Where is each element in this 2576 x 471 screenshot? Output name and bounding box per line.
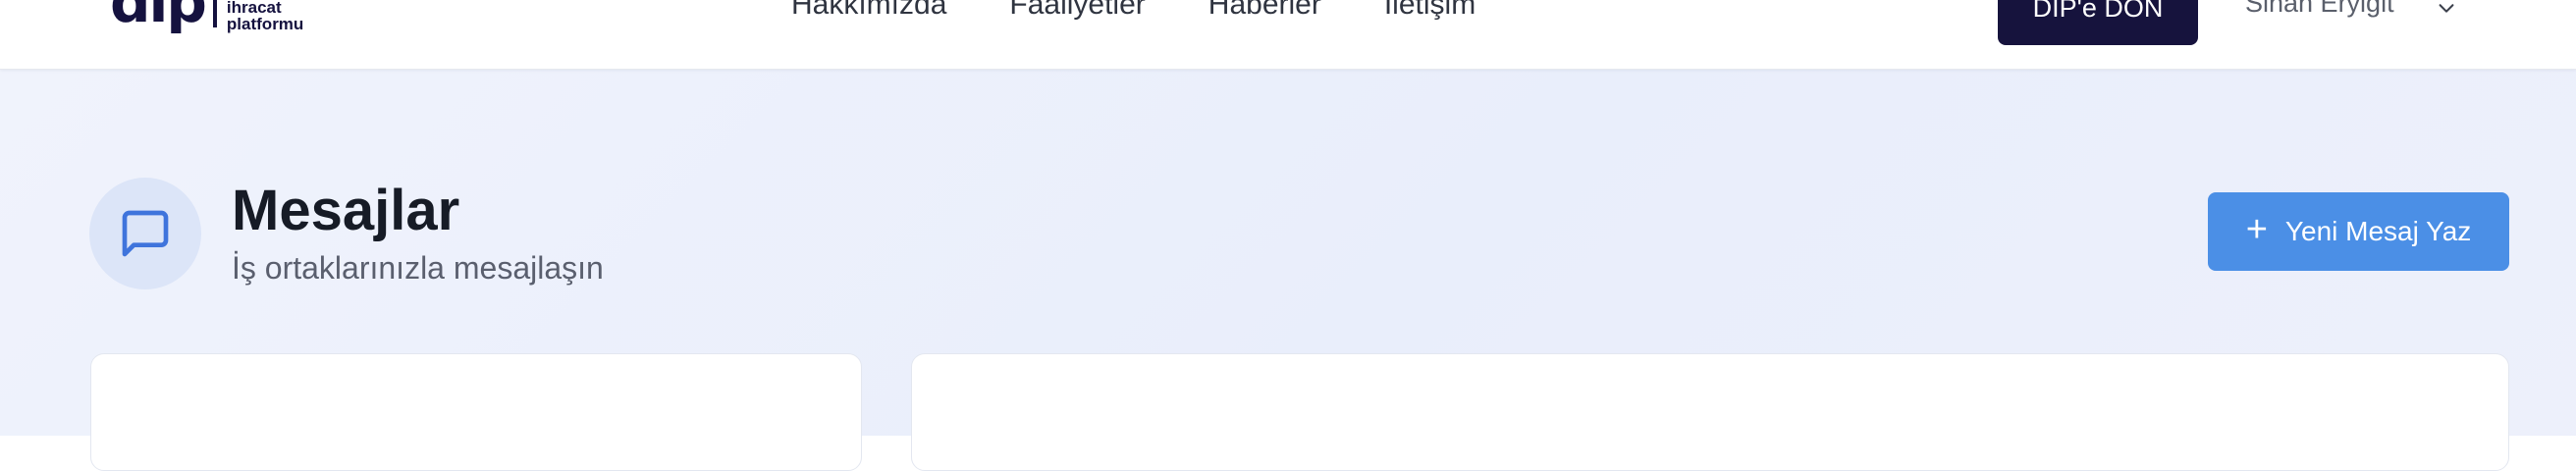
dip-logo[interactable]: dip ihracat platformu xyxy=(110,0,303,33)
user-name: Sinan Eryiğit xyxy=(2245,0,2394,18)
user-menu[interactable]: Sinan Eryiğit xyxy=(2245,0,2457,19)
logo-text-line2: platformu xyxy=(226,15,304,33)
nav-link-contact[interactable]: İletişim xyxy=(1384,0,1476,20)
message-square-icon xyxy=(122,210,169,257)
logo-divider xyxy=(212,0,217,27)
chevron-down-icon xyxy=(2439,3,2454,13)
main-nav: Hakkımızda Faaliyetler Haberler İletişim xyxy=(791,0,1476,20)
logo-text: ihracat platformu xyxy=(227,0,303,32)
page-title: Mesajlar xyxy=(232,179,460,242)
logo-text-line1: ihracat xyxy=(226,0,282,17)
messages-icon-badge xyxy=(89,178,201,289)
return-to-dip-button[interactable]: DİP'e DÖN xyxy=(1998,0,2198,45)
new-message-label: Yeni Mesaj Yaz xyxy=(2284,216,2472,246)
plus-icon: + xyxy=(2245,209,2268,250)
nav-link-news[interactable]: Haberler xyxy=(1208,0,1321,20)
nav-link-about[interactable]: Hakkımızda xyxy=(791,0,946,20)
logo-mark: dip xyxy=(110,0,207,35)
nav-link-activities[interactable]: Faaliyetler xyxy=(1009,0,1145,20)
message-thread-panel xyxy=(911,353,2509,471)
top-navbar: dip ihracat platformu Hakkımızda Faaliye… xyxy=(0,0,2576,70)
page-subtitle: İş ortaklarınızla mesajlaşın xyxy=(232,250,604,286)
conversation-list-panel xyxy=(90,353,862,471)
new-message-button[interactable]: + Yeni Mesaj Yaz xyxy=(2208,192,2509,271)
